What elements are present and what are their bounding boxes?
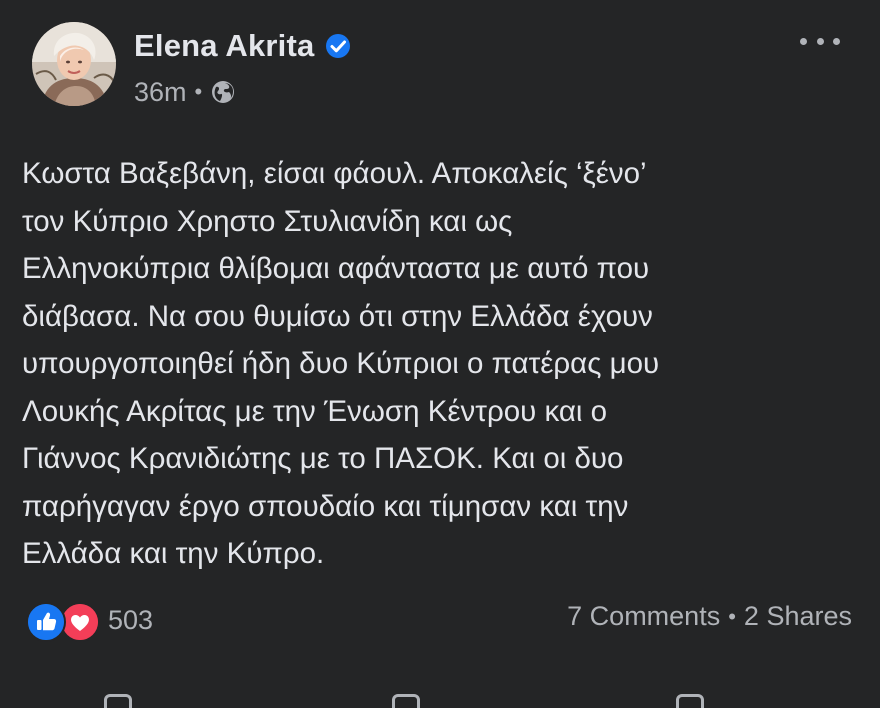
meta-separator: • (194, 79, 203, 104)
verified-badge-icon (326, 34, 351, 58)
engagement-separator: • (728, 603, 736, 629)
more-dot (800, 37, 807, 45)
post-text-line: τον Κύπριο Χρηστο Στυλιανίδη και ως (22, 204, 513, 238)
comment-button-icon[interactable] (392, 694, 420, 708)
more-options-icon[interactable] (800, 26, 840, 56)
avatar-photo (32, 22, 116, 106)
post-text-line: Κωστα Βαξεβάνη, είσαι φάουλ. Αποκαλείς ‘… (22, 157, 647, 190)
post-text-line: Γιάννος Κρανιδιώτης με το ΠΑΣΟΚ. Και οι … (22, 442, 624, 475)
post-text-line: υπουργοποιηθεί ήδη δυο Κύπριοι ο πατέρας… (22, 347, 660, 380)
author-row: Elena Akrita (134, 26, 352, 66)
more-dot (816, 37, 824, 45)
post-text-line: Λουκής Ακρίτας με την Ένωση Κέντρου και … (22, 394, 608, 428)
post-text-line: Ελληνοκύπρια θλίβομαι αφάνταστα με αυτό … (22, 252, 650, 285)
post-timestamp[interactable]: 36m (134, 77, 187, 108)
post-body-text: Κωστα Βαξεβάνη, είσαι φάουλ. Αποκαλείς ‘… (22, 150, 862, 578)
comments-count-link[interactable]: 7 Comments (567, 601, 720, 632)
reactions-summary[interactable]: 503 (26, 600, 154, 642)
facebook-post: Elena Akrita 36m • Κωστα Βαξεβάνη, είσαι… (0, 0, 880, 708)
like-reaction-icon (26, 602, 66, 642)
action-bar-cropped (0, 690, 880, 708)
more-dot (833, 37, 840, 45)
post-text-line: Ελλάδα και την Κύπρο. (22, 537, 325, 570)
love-reaction-icon (60, 602, 100, 642)
author-name[interactable]: Elena Akrita (134, 28, 314, 64)
post-text-line: παρήγαγαν έργο σπουδαίο και τίμησαν και … (22, 489, 629, 523)
engagement-summary: 7 Comments • 2 Shares (567, 601, 852, 632)
reaction-icons (26, 600, 102, 642)
post-meta: 36m • (134, 74, 236, 110)
globe-icon[interactable] (210, 79, 236, 105)
like-button-icon[interactable] (104, 694, 132, 708)
author-avatar[interactable] (32, 22, 116, 106)
post-text-line: διάβασα. Να σου θυμίσω ότι στην Ελλάδα έ… (22, 299, 653, 333)
share-button-icon[interactable] (676, 694, 704, 708)
reaction-count: 503 (108, 604, 154, 635)
shares-count-link[interactable]: 2 Shares (744, 601, 852, 632)
